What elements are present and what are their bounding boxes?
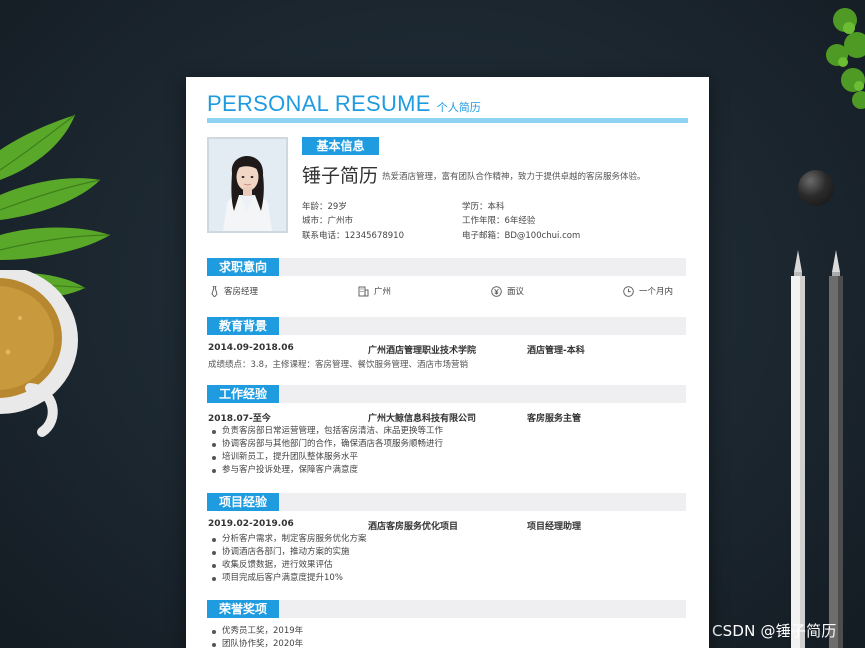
honor-list: 优秀员工奖，2019年 团队协作奖，2020年 xyxy=(210,625,303,648)
education-period: 2014.09-2018.06 xyxy=(208,343,294,353)
list-item: 负责客房部日常运营管理，包括客房清洁、床品更换等工作 xyxy=(210,425,443,438)
candidate-intro: 热爱酒店管理，富有团队合作精神，致力于提供卓越的客房服务体验。 xyxy=(382,172,646,182)
work-section-bar: 工作经验 xyxy=(207,385,686,403)
education-detail: 成绩绩点：3.8，主修课程：客房管理、餐饮服务管理、酒店市场营销 xyxy=(208,360,469,370)
resume-document: PERSONAL RESUME 个人简历 基本信息 锤子简历 热爱酒店管理，富有… xyxy=(186,77,709,648)
project-role: 项目经理助理 xyxy=(527,522,582,532)
basic-info-heading: 基本信息 xyxy=(302,137,379,155)
intent-availability-text: 一个月内 xyxy=(639,287,674,297)
project-tasks-list: 分析客户需求，制定客房服务优化方案 协调酒店各部门，推动方案的实施 收集反馈数据… xyxy=(210,533,367,585)
education-major: 酒店管理-本科 xyxy=(527,346,585,356)
info-years: 工作年限：6年经验 xyxy=(462,216,536,226)
candidate-name: 锤子简历 xyxy=(302,165,379,187)
info-city: 城市：广州市 xyxy=(302,216,354,226)
list-item: 参与客户投诉处理，保障客户满意度 xyxy=(210,464,443,477)
resume-header: PERSONAL RESUME 个人简历 xyxy=(207,91,481,117)
intent-salary: 面议 xyxy=(491,285,524,297)
education-section-bar: 教育背景 xyxy=(207,317,686,335)
project-period: 2019.02-2019.06 xyxy=(208,519,294,529)
intent-position-text: 客房经理 xyxy=(224,287,259,297)
info-phone: 联系电话：12345678910 xyxy=(302,231,404,241)
education-school: 广州酒店管理职业技术学院 xyxy=(368,346,477,356)
header-divider xyxy=(207,118,688,123)
resume-title: PERSONAL RESUME xyxy=(207,91,431,116)
honor-heading: 荣誉奖项 xyxy=(207,600,280,618)
intent-salary-text: 面议 xyxy=(507,287,525,297)
info-age: 年龄：29岁 xyxy=(302,202,347,212)
work-company: 广州大鲸信息科技有限公司 xyxy=(368,414,477,424)
list-item: 协调客房部与其他部门的合作，确保酒店各项服务顺畅进行 xyxy=(210,438,443,451)
list-item: 培训新员工，提升团队整体服务水平 xyxy=(210,451,443,464)
list-item: 收集反馈数据，进行效果评估 xyxy=(210,559,367,572)
work-duties-list: 负责客房部日常运营管理，包括客房清洁、床品更换等工作 协调客房部与其他部门的合作… xyxy=(210,425,443,477)
intent-position: 客房经理 xyxy=(210,285,258,297)
info-education: 学历：本科 xyxy=(462,202,505,212)
yen-circle-icon xyxy=(491,285,502,297)
resume-subtitle: 个人简历 xyxy=(436,101,481,114)
work-period: 2018.07-至今 xyxy=(208,414,271,424)
watermark-text: CSDN @锤子简历 xyxy=(712,622,837,640)
work-heading: 工作经验 xyxy=(207,385,280,403)
profile-photo xyxy=(207,137,288,233)
list-item: 团队协作奖，2020年 xyxy=(210,638,303,648)
work-role: 客房服务主管 xyxy=(527,414,582,424)
black-ball-decoration xyxy=(798,170,834,206)
project-heading: 项目经验 xyxy=(207,493,280,511)
intent-heading: 求职意向 xyxy=(207,258,280,276)
building-icon xyxy=(358,286,369,296)
intent-location-text: 广州 xyxy=(374,287,392,297)
list-item: 优秀员工奖，2019年 xyxy=(210,625,303,638)
coffee-mug-decoration xyxy=(0,270,78,437)
honor-section-bar: 荣誉奖项 xyxy=(207,600,686,618)
education-heading: 教育背景 xyxy=(207,317,280,335)
white-stylus-decoration xyxy=(791,250,805,648)
plant-top-decoration xyxy=(826,8,865,109)
clock-icon xyxy=(623,285,634,297)
list-item: 协调酒店各部门，推动方案的实施 xyxy=(210,546,367,559)
project-name: 酒店客房服务优化项目 xyxy=(368,522,459,532)
info-email: 电子邮箱：BD@100chui.com xyxy=(462,231,581,241)
intent-location: 广州 xyxy=(358,285,391,297)
intent-section-bar: 求职意向 xyxy=(207,258,686,276)
grey-stylus-decoration xyxy=(829,250,843,648)
intent-availability: 一个月内 xyxy=(623,285,673,297)
tie-icon xyxy=(211,285,218,297)
project-section-bar: 项目经验 xyxy=(207,493,686,511)
list-item: 项目完成后客户满意度提升10% xyxy=(210,572,367,585)
list-item: 分析客户需求，制定客房服务优化方案 xyxy=(210,533,367,546)
